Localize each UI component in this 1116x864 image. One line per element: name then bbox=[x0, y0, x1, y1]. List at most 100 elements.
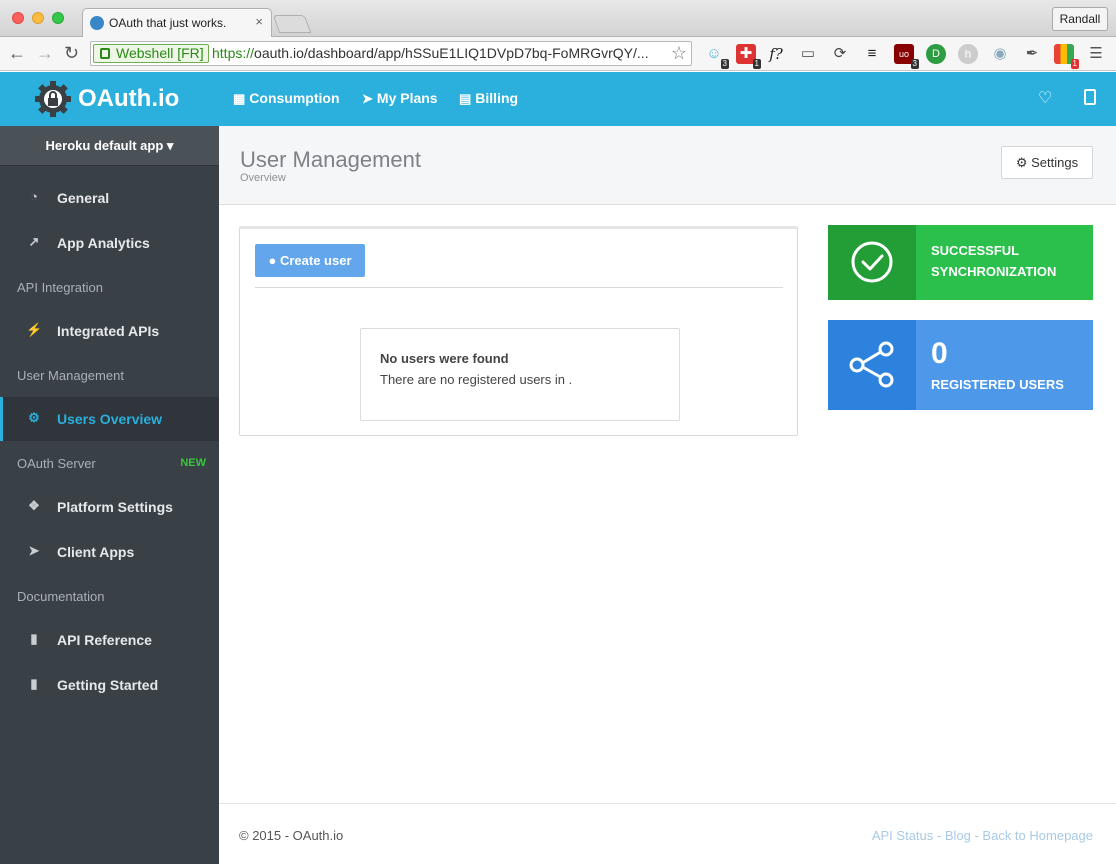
new-tab-button[interactable] bbox=[272, 15, 312, 33]
nav-billing-label: Billing bbox=[475, 90, 519, 106]
minimize-window-button[interactable] bbox=[32, 12, 44, 24]
sidebar-item-label: Platform Settings bbox=[57, 499, 173, 515]
tab-close-icon[interactable]: × bbox=[255, 14, 263, 29]
logo-text[interactable]: OAuth.io bbox=[78, 85, 179, 113]
sidebar-item-label: Getting Started bbox=[57, 677, 159, 693]
footer: © 2015 - OAuth.io API Status - Blog - Ba… bbox=[219, 803, 1116, 864]
url-scheme: https:// bbox=[212, 45, 255, 61]
puzzle-icon[interactable]: ✚ 1 bbox=[736, 44, 761, 69]
google-badge: 1 bbox=[1070, 59, 1079, 69]
sidebar-item-platform-settings[interactable]: ❖ Platform Settings bbox=[0, 485, 219, 529]
section-oauth-server: OAuth Server bbox=[17, 456, 96, 471]
secure-label: Webshell [FR] bbox=[116, 45, 204, 61]
line-chart-icon: ↗ bbox=[28, 234, 40, 249]
registered-users-label: REGISTERED USERS bbox=[931, 377, 1064, 392]
users-text-pane: 0 REGISTERED USERS bbox=[916, 320, 1093, 410]
paper-plane-icon: ➤ bbox=[28, 543, 40, 558]
footer-link-api-status[interactable]: API Status bbox=[872, 828, 933, 843]
gear-icon: ⚙ bbox=[1015, 155, 1028, 170]
section-documentation: Documentation bbox=[17, 589, 105, 604]
registered-users-count: 0 bbox=[931, 337, 948, 370]
bookmark-star-icon[interactable]: ☆ bbox=[671, 43, 687, 64]
address-bar[interactable]: Webshell [FR] https://oauth.io/dashboard… bbox=[90, 41, 692, 66]
camera-icon[interactable]: ◉ bbox=[990, 44, 1010, 64]
fx-icon[interactable]: f? bbox=[766, 44, 786, 64]
sync-status-card: SUCCESSFUL SYNCHRONIZATION bbox=[828, 225, 1093, 300]
close-window-button[interactable] bbox=[12, 12, 24, 24]
footer-link-blog[interactable]: Blog bbox=[945, 828, 971, 843]
panel-divider bbox=[255, 287, 783, 288]
users-icon-pane bbox=[828, 320, 916, 410]
dashlane-icon[interactable]: D bbox=[926, 44, 946, 64]
sidebar-item-label: App Analytics bbox=[57, 235, 150, 251]
panel-icon[interactable] bbox=[1084, 89, 1096, 105]
app-switcher-dropdown[interactable]: Heroku default app ▾ bbox=[0, 126, 219, 166]
url-text[interactable]: https://oauth.io/dashboard/app/hSSuE1LIQ… bbox=[212, 45, 649, 61]
ublock-badge: 3 bbox=[910, 59, 919, 69]
users-panel: ● Create user No users were found There … bbox=[239, 226, 798, 436]
sidebar-item-integrated-apis[interactable]: ⚡ Integrated APIs bbox=[0, 309, 219, 353]
back-arrow-icon[interactable]: ← bbox=[8, 43, 26, 63]
browser-toolbar: ← → ↻ Webshell [FR] https://oauth.io/das… bbox=[0, 37, 1116, 71]
sync-icon[interactable]: ⟳ bbox=[830, 44, 850, 64]
create-user-button[interactable]: ● Create user bbox=[255, 244, 365, 277]
footer-links: API Status - Blog - Back to Homepage bbox=[872, 828, 1093, 843]
nav-consumption[interactable]: ▦ Consumption bbox=[233, 90, 340, 107]
forward-arrow-icon[interactable]: → bbox=[36, 43, 54, 63]
app-header: OAuth.io ▦ Consumption ➤ My Plans ▤ Billing… bbox=[0, 72, 1116, 126]
ghostery-icon[interactable]: ☺ 3 bbox=[704, 44, 729, 69]
url-path: oauth.io/dashboard/app/hSSuE1LIQ1DVpD7bq… bbox=[254, 45, 649, 61]
eyedropper-icon[interactable]: ✒ bbox=[1022, 44, 1042, 64]
settings-button-label: Settings bbox=[1031, 155, 1079, 170]
sidebar-item-api-reference[interactable]: ▮ API Reference bbox=[0, 618, 219, 662]
caret-down-icon: ▾ bbox=[166, 138, 174, 153]
empty-state-title: No users were found bbox=[380, 351, 509, 366]
secure-identity-chip[interactable]: Webshell [FR] bbox=[93, 44, 209, 63]
sidebar-item-label: General bbox=[57, 190, 110, 206]
google-icon[interactable]: 1 bbox=[1054, 44, 1079, 69]
sidebar-item-users-overview[interactable]: ⚙ Users Overview bbox=[0, 397, 219, 441]
nav-billing[interactable]: ▤ Billing bbox=[459, 90, 518, 107]
sidebar-item-getting-started[interactable]: ▮ Getting Started bbox=[0, 663, 219, 707]
lock-icon bbox=[100, 48, 110, 59]
sidebar-item-general[interactable]: ◔ General bbox=[0, 176, 219, 220]
ublock-icon[interactable]: uo 3 bbox=[894, 44, 919, 69]
credit-card-icon: ▤ bbox=[459, 91, 472, 106]
reload-icon[interactable]: ↻ bbox=[64, 43, 79, 63]
sync-status-line1: SUCCESSFUL bbox=[931, 243, 1020, 258]
sidebar-item-label: API Reference bbox=[57, 632, 152, 648]
maximize-window-button[interactable] bbox=[52, 12, 64, 24]
profile-button[interactable]: Randall bbox=[1052, 7, 1108, 31]
share-icon bbox=[849, 341, 894, 388]
sidebar-item-client-apps[interactable]: ➤ Client Apps bbox=[0, 530, 219, 574]
registered-users-card: 0 REGISTERED USERS bbox=[828, 320, 1093, 410]
ghostery-badge: 3 bbox=[720, 59, 729, 69]
page-subtitle: Overview bbox=[240, 172, 286, 184]
nav-consumption-label: Consumption bbox=[249, 90, 340, 106]
bell-icon[interactable]: ♡ bbox=[1038, 88, 1052, 108]
check-circle-icon bbox=[851, 241, 893, 283]
settings-button[interactable]: ⚙ Settings bbox=[1001, 146, 1093, 179]
page-header: User Management Overview ⚙ Settings bbox=[219, 126, 1116, 205]
new-badge: NEW bbox=[180, 457, 206, 469]
buffer-icon[interactable]: ≡ bbox=[862, 44, 882, 64]
footer-link-homepage[interactable]: Back to Homepage bbox=[982, 828, 1093, 843]
menu-icon[interactable]: ☰ bbox=[1086, 44, 1106, 64]
nav-my-plans[interactable]: ➤ My Plans bbox=[362, 90, 438, 107]
section-user-management: User Management bbox=[17, 368, 124, 383]
sync-text-pane: SUCCESSFUL SYNCHRONIZATION bbox=[916, 225, 1093, 300]
section-api-integration: API Integration bbox=[17, 280, 103, 295]
user-icon: ● bbox=[268, 253, 277, 268]
sidebar-item-app-analytics[interactable]: ↗ App Analytics bbox=[0, 221, 219, 265]
cubes-icon: ❖ bbox=[28, 498, 40, 513]
copyright: © 2015 - OAuth.io bbox=[239, 828, 344, 843]
puzzle-badge: 1 bbox=[752, 59, 761, 69]
oauth-gear-logo-icon[interactable] bbox=[34, 80, 72, 118]
footer-separator: - bbox=[933, 828, 945, 843]
browser-tab-active[interactable]: OAuth that just works. × bbox=[82, 8, 272, 38]
tab-title: OAuth that just works. bbox=[109, 16, 227, 30]
book-icon: ▮ bbox=[30, 676, 38, 691]
cast-icon[interactable]: ▭ bbox=[798, 44, 818, 64]
hypothesis-icon[interactable]: h bbox=[958, 44, 978, 64]
rocket-icon: ➤ bbox=[362, 91, 373, 106]
